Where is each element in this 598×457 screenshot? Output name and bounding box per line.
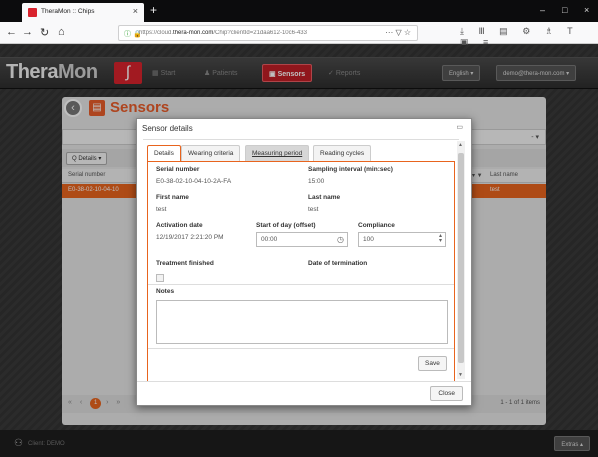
tab-measuring-period[interactable]: Measuring period [245, 145, 310, 161]
last-name-value: test [308, 206, 319, 213]
reload-icon[interactable]: ↻ [40, 26, 49, 39]
scroll-down-icon[interactable]: ▼ [458, 372, 463, 378]
start-of-day-label: Start of day (offset) [256, 222, 316, 229]
url-actions[interactable]: ··· ▽ ☆ [385, 28, 411, 37]
treatment-checkbox[interactable] [156, 274, 164, 282]
dialog-body: Details Wearing criteria Measuring perio… [143, 139, 459, 381]
compliance-value: 100 [363, 236, 374, 243]
stepper-icon[interactable]: ▴ ▾ [439, 233, 442, 244]
sensor-details-dialog: Sensor details ▭ Details Wearing criteri… [136, 118, 472, 406]
new-tab-button[interactable]: + [150, 3, 157, 17]
compliance-input[interactable]: 100 ▴ ▾ [358, 232, 446, 247]
notes-label: Notes [156, 288, 175, 295]
activation-value: 12/19/2017 2:21:20 PM [156, 234, 224, 241]
minimize-icon[interactable]: – [540, 5, 545, 15]
divider [148, 284, 454, 285]
dialog-title: Sensor details [142, 124, 193, 133]
url-text: https://cloud.thera-mon.com/Chip?clientI… [139, 30, 364, 36]
close-window-icon[interactable]: × [584, 5, 589, 15]
start-of-day-input[interactable]: 00:00 ◷ [256, 232, 348, 247]
clock-icon[interactable]: ◷ [337, 235, 344, 244]
last-name-label: Last name [308, 194, 341, 201]
browser-nav-bar: ← → ↻ ⌂ ⓘ 🔒 https://cloud.thera-mon.com/… [0, 22, 598, 47]
termination-label: Date of termination [308, 260, 368, 267]
serial-value: E0-38-02-10-04-10-2A-FA [156, 178, 232, 185]
interval-value: 15:00 [308, 178, 325, 185]
save-button[interactable]: Save [418, 356, 447, 371]
tab-close-icon[interactable]: × [133, 6, 138, 16]
compliance-label: Compliance [358, 222, 395, 229]
favicon-icon [28, 8, 37, 17]
browser-tab[interactable]: TheraMon :: Chips × [22, 3, 144, 22]
dialog-scrollbar[interactable]: ▲ ▼ [457, 141, 465, 379]
interval-label: Sampling interval (min:sec) [308, 166, 393, 173]
tab-details[interactable]: Details [147, 145, 181, 161]
dialog-footer: Close [137, 381, 471, 405]
url-host: thera-mon.com [173, 30, 214, 36]
scroll-thumb[interactable] [458, 153, 464, 363]
serial-label: Serial number [156, 166, 200, 173]
home-icon[interactable]: ⌂ [58, 26, 65, 38]
first-name-value: test [156, 206, 167, 213]
treatment-label: Treatment finished [156, 260, 214, 267]
url-prefix: https://cloud. [139, 30, 174, 36]
tab-title: TheraMon :: Chips [41, 8, 95, 15]
close-button[interactable]: Close [430, 386, 463, 401]
tab-reading-cycles[interactable]: Reading cycles [313, 145, 372, 161]
url-bar[interactable]: ⓘ 🔒 https://cloud.thera-mon.com/Chip?cli… [118, 25, 418, 41]
back-arrow-icon[interactable]: ← [6, 26, 17, 38]
tab-wearing-criteria[interactable]: Wearing criteria [181, 145, 241, 161]
forward-arrow-icon[interactable]: → [22, 26, 33, 38]
first-name-label: First name [156, 194, 189, 201]
maximize-icon[interactable]: □ [562, 5, 567, 15]
start-of-day-value: 00:00 [261, 236, 278, 243]
url-path: /Chip?clientId=21daa612-10c6-433 [213, 30, 307, 36]
minimize-dialog-icon[interactable]: ▭ [456, 123, 463, 131]
browser-tab-strip: TheraMon :: Chips × + – □ × [0, 0, 598, 22]
notes-textarea[interactable] [156, 300, 448, 344]
activation-label: Activation date [156, 222, 203, 229]
scroll-up-icon[interactable]: ▲ [458, 142, 463, 148]
details-panel: Serial number E0-38-02-10-04-10-2A-FA Sa… [147, 161, 455, 381]
divider [148, 348, 454, 349]
